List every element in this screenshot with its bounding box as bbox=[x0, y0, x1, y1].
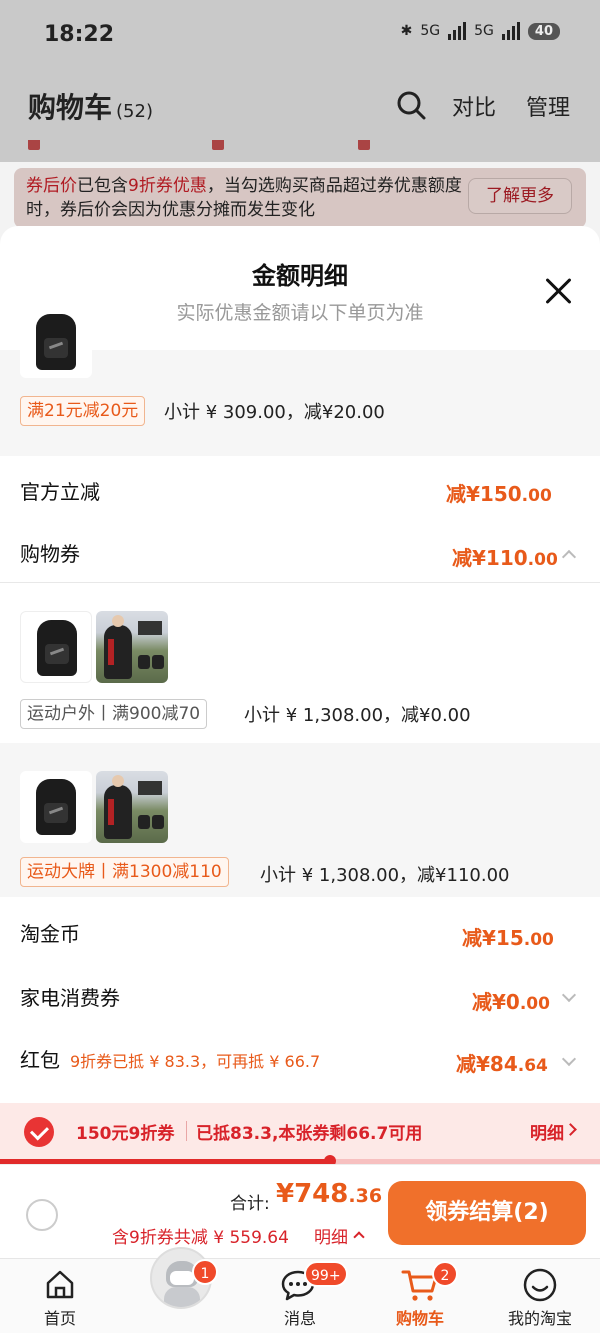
tab-cart[interactable]: 2 购物车 bbox=[360, 1259, 480, 1333]
group-subtotal: 小计 ¥ 1,308.00，减¥110.00 bbox=[260, 865, 510, 886]
page-title: 购物车 (52) bbox=[28, 86, 153, 126]
promo-group-2: 运动户外丨满900减70 小计 ¥ 1,308.00，减¥0.00 bbox=[0, 583, 600, 743]
chevron-down-icon[interactable] bbox=[561, 1051, 577, 1067]
tab-mine[interactable]: 我的淘宝 bbox=[480, 1259, 600, 1333]
cart-count: (52) bbox=[116, 101, 153, 122]
cart-badge: 2 bbox=[432, 1261, 458, 1287]
group-subtotal: 小计 ¥ 1,308.00，减¥0.00 bbox=[244, 705, 471, 726]
product-thumbnail[interactable] bbox=[96, 611, 168, 683]
taojinbi-value: 减¥15.00 bbox=[462, 926, 554, 950]
messages-badge: 99+ bbox=[304, 1261, 348, 1287]
compare-button[interactable]: 对比 bbox=[452, 90, 496, 122]
official-discount-value: 减¥150.00 bbox=[446, 482, 552, 506]
total-value: ¥748.36 bbox=[276, 1179, 383, 1209]
coupon-name: 150元9折券 bbox=[76, 1124, 175, 1144]
hongbao-note: 9折券已抵 ¥ 83.3，可再抵 ¥ 66.7 bbox=[70, 1052, 321, 1071]
product-thumbnail[interactable] bbox=[20, 771, 92, 843]
tab-cart-label: 购物车 bbox=[395, 1309, 444, 1328]
promo-tag: 运动户外丨满900减70 bbox=[20, 699, 208, 729]
bottom-tab-bar: 首页 1 99+ 消息 2 购物车 我的淘宝 bbox=[0, 1247, 600, 1333]
avatar-badge: 1 bbox=[192, 1259, 218, 1285]
learn-more-button[interactable]: 了解更多 bbox=[468, 178, 572, 214]
shopping-coupon-label: 购物券 bbox=[20, 542, 80, 566]
official-discount-label: 官方立减 bbox=[20, 480, 100, 504]
checkout-bar: 合计: ¥748.36 含9折券共减 ¥ 559.64 明细 领券结算(2) bbox=[0, 1164, 600, 1258]
coupon-price-notice: 券后价已包含9折券优惠，当勾选购买商品超过券优惠额度时，券后价会因为优惠分摊而发… bbox=[14, 168, 586, 228]
chevron-right-icon[interactable] bbox=[564, 1123, 577, 1136]
battery-icon: 40 bbox=[527, 22, 560, 40]
promo-tag: 满21元减20元 bbox=[20, 396, 146, 426]
product-thumbnail[interactable] bbox=[20, 611, 92, 683]
bluetooth-icon: ✱ bbox=[400, 23, 413, 39]
coupon-checkbox[interactable] bbox=[24, 1117, 54, 1147]
promo-tag: 运动大牌丨满1300减110 bbox=[20, 857, 229, 887]
hongbao-label: 红包 bbox=[20, 1048, 60, 1072]
appliance-coupon-value[interactable]: 减¥0.00 bbox=[472, 986, 550, 1015]
chevron-down-icon[interactable] bbox=[561, 987, 577, 1003]
page-title-text: 购物车 bbox=[28, 91, 113, 124]
coupon-strip: 150元9折券 已抵83.3,本张券剩66.7可用 明细 bbox=[0, 1103, 600, 1159]
chevron-up-icon[interactable] bbox=[561, 549, 577, 565]
hongbao-value[interactable]: 减¥84.64 bbox=[456, 1048, 548, 1077]
tab-mine-label: 我的淘宝 bbox=[507, 1309, 572, 1328]
chevron-up-icon[interactable] bbox=[353, 1231, 365, 1243]
network-label-2: 5G bbox=[474, 23, 494, 39]
filter-tabs-sliver bbox=[0, 140, 600, 162]
promo-group-3: 运动大牌丨满1300减110 小计 ¥ 1,308.00，减¥110.00 bbox=[0, 743, 600, 897]
taojinbi-label: 淘金币 bbox=[20, 922, 80, 946]
checkout-button[interactable]: 领券结算(2) bbox=[388, 1181, 586, 1245]
status-icons: ✱ 5G 5G 40 bbox=[401, 22, 560, 40]
select-all-checkbox[interactable] bbox=[26, 1199, 58, 1231]
group-subtotal: 小计 ¥ 309.00，减¥20.00 bbox=[164, 402, 385, 423]
cart-header: 购物车 (52) 对比 管理 bbox=[0, 70, 600, 140]
tab-home[interactable]: 首页 bbox=[0, 1259, 120, 1333]
sheet-title: 金额明细 bbox=[252, 262, 348, 290]
total-label: 合计: bbox=[230, 1194, 270, 1214]
coupon-desc: 已抵83.3,本张券剩66.7可用 bbox=[196, 1124, 423, 1144]
tab-home-label: 首页 bbox=[43, 1309, 76, 1328]
total-saved: 含9折券共减 ¥ 559.64 bbox=[112, 1228, 289, 1248]
product-thumbnail[interactable] bbox=[96, 771, 168, 843]
tab-avatar[interactable]: 1 bbox=[120, 1247, 240, 1333]
tab-messages[interactable]: 99+ 消息 bbox=[240, 1259, 360, 1333]
divider bbox=[186, 1121, 187, 1141]
status-bar: 18:22 ✱ 5G 5G 40 bbox=[0, 0, 600, 70]
notice-text: 券后价已包含9折券优惠，当勾选购买商品超过券优惠额度时，券后价会因为优惠分摊而发… bbox=[26, 176, 462, 220]
close-icon[interactable] bbox=[544, 276, 574, 306]
tab-messages-label: 消息 bbox=[283, 1309, 316, 1328]
signal-icon bbox=[448, 22, 467, 40]
signal-icon-2 bbox=[501, 22, 520, 40]
product-thumbnail[interactable] bbox=[20, 306, 92, 378]
total-detail-link[interactable]: 明细 bbox=[314, 1223, 348, 1248]
shopping-coupon-value[interactable]: 减¥110.00 bbox=[452, 542, 558, 571]
manage-button[interactable]: 管理 bbox=[526, 90, 570, 122]
promo-group-1: 满21元减20元 小计 ¥ 309.00，减¥20.00 bbox=[0, 306, 600, 456]
home-icon bbox=[46, 1270, 74, 1299]
smile-icon bbox=[523, 1268, 557, 1302]
coupon-detail-link[interactable]: 明细 bbox=[530, 1119, 564, 1144]
network-label-1: 5G bbox=[420, 23, 441, 39]
status-time: 18:22 bbox=[44, 22, 115, 47]
appliance-coupon-label: 家电消费券 bbox=[20, 986, 120, 1010]
search-icon[interactable] bbox=[396, 90, 426, 120]
